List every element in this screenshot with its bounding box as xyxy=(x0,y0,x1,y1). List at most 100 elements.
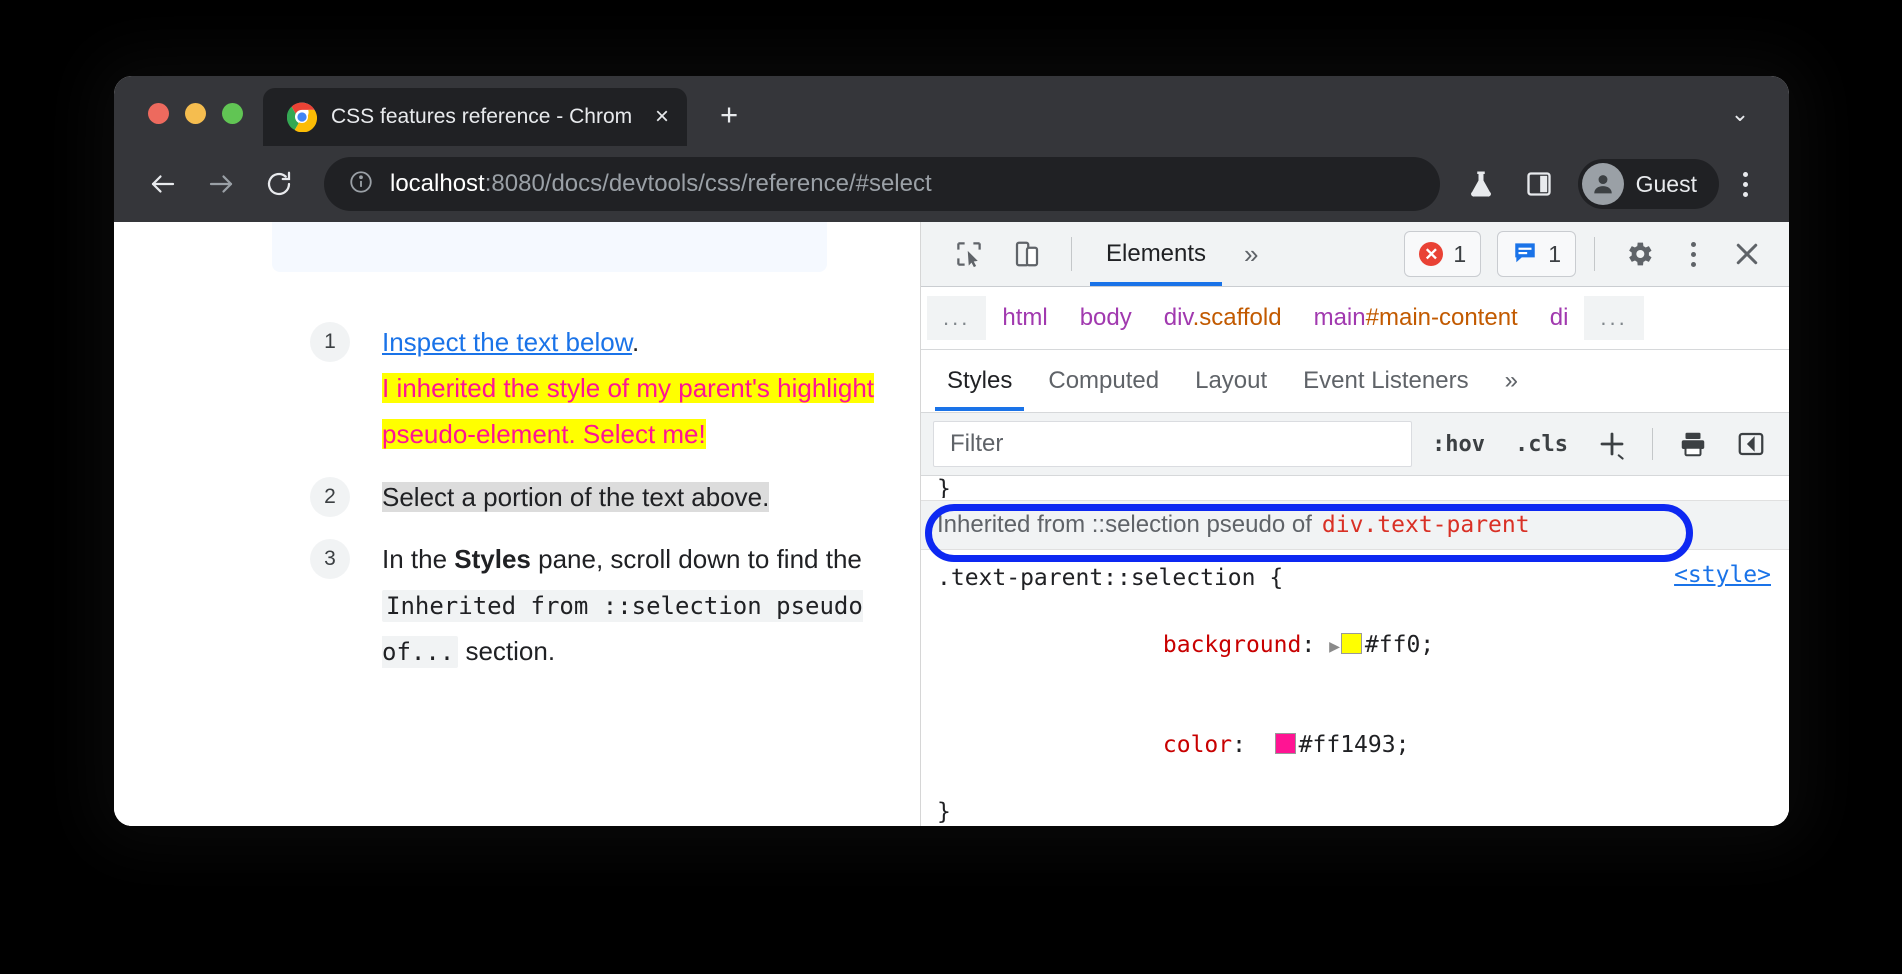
kebab-menu-icon[interactable] xyxy=(1671,227,1715,281)
breadcrumb-item-body[interactable]: body xyxy=(1064,304,1148,332)
gear-icon[interactable] xyxy=(1613,228,1665,280)
maximize-window-button[interactable] xyxy=(222,103,243,124)
person-icon xyxy=(1582,163,1624,205)
message-icon xyxy=(1512,239,1538,270)
breadcrumb-ellipsis-end[interactable]: ... xyxy=(1584,296,1643,340)
css-rule-block: <style> .text-parent::selection { backgr… xyxy=(921,550,1789,826)
address-bar[interactable]: localhost:8080/docs/devtools/css/referen… xyxy=(324,157,1440,211)
browser-window: CSS features reference - Chrom × + ⌄ xyxy=(114,76,1789,826)
css-property-value[interactable]: #ff1493; xyxy=(1299,732,1410,758)
step-3: 3 In the Styles pane, scroll down to fin… xyxy=(114,537,920,674)
more-sidebar-tabs-button[interactable]: » xyxy=(1487,351,1536,411)
inherited-from-section-header[interactable]: Inherited from ::selection pseudo of div… xyxy=(921,500,1789,550)
error-count-chip[interactable]: ✕ 1 xyxy=(1404,231,1481,277)
filter-input[interactable]: Filter xyxy=(933,421,1412,467)
tab-computed[interactable]: Computed xyxy=(1030,351,1177,411)
browser-tab[interactable]: CSS features reference - Chrom × xyxy=(263,88,687,146)
message-count: 1 xyxy=(1548,241,1561,268)
tab-styles[interactable]: Styles xyxy=(929,351,1030,411)
step-content: In the Styles pane, scroll down to find … xyxy=(382,537,902,674)
new-tab-button[interactable]: + xyxy=(701,87,757,143)
toggle-hover-button[interactable]: :hov xyxy=(1422,432,1495,457)
step-content: Select a portion of the text above. xyxy=(382,475,769,521)
breadcrumb-tag: body xyxy=(1080,304,1132,331)
tab-title: CSS features reference - Chrom xyxy=(331,105,631,129)
error-count: 1 xyxy=(1453,241,1466,268)
step-3-bold-1: Styles xyxy=(454,544,531,574)
breadcrumb-ellipsis-start[interactable]: ... xyxy=(927,296,986,340)
previous-rule-tail: } xyxy=(921,476,1789,498)
css-declaration-color[interactable]: color: #ff1493; xyxy=(937,696,1789,796)
side-panel-icon[interactable] xyxy=(1512,157,1566,211)
step-1-period: . xyxy=(632,327,639,357)
devtools-panel: Elements » ✕ 1 xyxy=(921,222,1789,826)
device-toolbar-icon[interactable] xyxy=(1001,228,1053,280)
tab-strip: CSS features reference - Chrom × + ⌄ xyxy=(114,76,1789,146)
profile-button[interactable]: Guest xyxy=(1578,159,1719,209)
styles-filter-bar: Filter :hov .cls xyxy=(921,413,1789,476)
window-content: 1 Inspect the text below. I inherited th… xyxy=(114,222,1789,826)
step-number: 3 xyxy=(310,539,350,579)
arrow-forward-icon[interactable] xyxy=(194,157,248,211)
step-3-text-3: section. xyxy=(458,636,555,666)
chrome-logo-icon xyxy=(287,102,317,132)
flask-icon[interactable] xyxy=(1454,157,1508,211)
window-controls xyxy=(114,103,263,146)
css-property-name[interactable]: background xyxy=(1163,632,1301,658)
selection-demo-text[interactable]: I inherited the style of my parent's hig… xyxy=(382,373,874,449)
page-banner xyxy=(272,222,827,272)
inspect-text-link[interactable]: Inspect the text below xyxy=(382,327,632,357)
css-selector[interactable]: .text-parent::selection { xyxy=(937,562,1789,595)
tab-close-button[interactable]: × xyxy=(645,100,679,134)
breadcrumb-item-html[interactable]: html xyxy=(986,304,1063,332)
step-3-text-2: pane, scroll down to find the xyxy=(531,544,862,574)
error-icon: ✕ xyxy=(1419,242,1443,266)
info-circle-icon[interactable] xyxy=(348,169,374,200)
css-property-value[interactable]: #ff0; xyxy=(1365,632,1434,658)
close-icon[interactable] xyxy=(1721,228,1773,280)
breadcrumb-item-main-content[interactable]: main#main-content xyxy=(1298,304,1534,332)
minimize-window-button[interactable] xyxy=(185,103,206,124)
toolbar-divider-2 xyxy=(1594,237,1595,271)
inspect-element-icon[interactable] xyxy=(943,228,995,280)
step-2-text: Select a portion of the text above. xyxy=(382,482,769,512)
tab-event-listeners[interactable]: Event Listeners xyxy=(1285,351,1486,411)
toggle-class-button[interactable]: .cls xyxy=(1505,432,1578,457)
browser-toolbar: localhost:8080/docs/devtools/css/referen… xyxy=(114,146,1789,222)
kebab-menu-icon[interactable] xyxy=(1723,157,1767,211)
css-declaration-background[interactable]: background: ▶ #ff0; xyxy=(937,596,1789,696)
step-content: Inspect the text below. I inherited the … xyxy=(382,320,902,457)
close-window-button[interactable] xyxy=(148,103,169,124)
reload-icon[interactable] xyxy=(252,157,306,211)
stylesheet-source-link[interactable]: <style> xyxy=(1674,562,1771,588)
breadcrumb-tag: di xyxy=(1550,304,1569,331)
step-1: 1 Inspect the text below. I inherited th… xyxy=(114,320,920,457)
url-host: localhost xyxy=(390,170,485,197)
css-colon: : xyxy=(1301,632,1329,658)
chevron-down-icon[interactable]: ⌄ xyxy=(1713,87,1767,141)
plus-icon[interactable] xyxy=(1588,420,1636,468)
profile-label: Guest xyxy=(1636,171,1697,198)
step-3-text-1: In the xyxy=(382,544,454,574)
step-3-code: Inherited from ::selection pseudo of... xyxy=(382,590,863,668)
breadcrumb-tag: div xyxy=(1164,304,1193,331)
address-bar-url: localhost:8080/docs/devtools/css/referen… xyxy=(390,170,932,198)
inherited-from-node[interactable]: div.text-parent xyxy=(1322,512,1530,538)
dock-left-icon[interactable] xyxy=(1727,420,1775,468)
more-panels-button[interactable]: » xyxy=(1228,222,1274,286)
css-property-name[interactable]: color xyxy=(1163,732,1232,758)
breadcrumb-item-div-scaffold[interactable]: div.scaffold xyxy=(1148,304,1298,332)
screenshot-root: CSS features reference - Chrom × + ⌄ xyxy=(0,0,1902,974)
color-swatch[interactable] xyxy=(1341,633,1362,654)
print-style-icon[interactable] xyxy=(1669,420,1717,468)
tab-elements[interactable]: Elements xyxy=(1090,222,1222,286)
styles-pane-content: } Inherited from ::selection pseudo of d… xyxy=(921,476,1789,826)
tab-layout[interactable]: Layout xyxy=(1177,351,1285,411)
message-count-chip[interactable]: 1 xyxy=(1497,231,1576,277)
instruction-steps: 1 Inspect the text below. I inherited th… xyxy=(114,320,920,674)
breadcrumb-class: #main-content xyxy=(1366,304,1518,331)
breadcrumb-item-di[interactable]: di xyxy=(1534,304,1585,332)
expand-triangle-icon[interactable]: ▶ xyxy=(1329,636,1340,657)
color-swatch[interactable] xyxy=(1275,733,1296,754)
arrow-back-icon[interactable] xyxy=(136,157,190,211)
